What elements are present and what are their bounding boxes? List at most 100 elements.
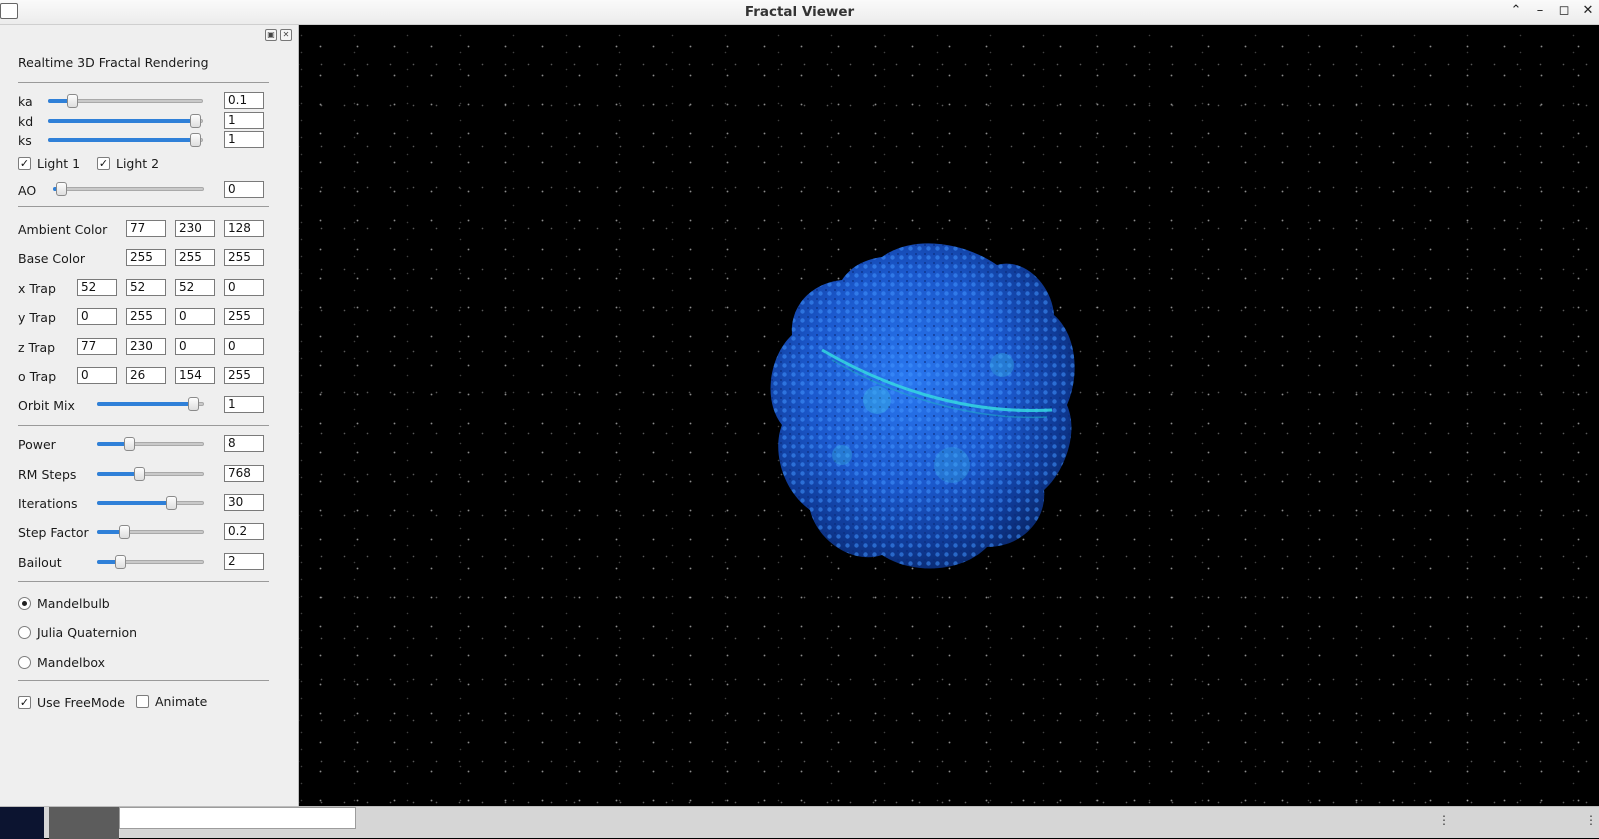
iterations-slider[interactable] bbox=[97, 496, 204, 510]
taskbar-entry[interactable] bbox=[119, 807, 356, 829]
x-trap-value-2[interactable]: 52 bbox=[126, 279, 166, 296]
y-trap-value-3[interactable]: 0 bbox=[175, 308, 215, 325]
separator bbox=[18, 581, 269, 582]
z-trap-value-3[interactable]: 0 bbox=[175, 338, 215, 355]
rm-steps-value[interactable]: 768 bbox=[224, 465, 264, 482]
bailout-label: Bailout bbox=[18, 555, 62, 570]
kd-label: kd bbox=[18, 114, 34, 129]
y-trap-value-4[interactable]: 255 bbox=[224, 308, 264, 325]
power-slider[interactable] bbox=[97, 437, 204, 451]
base-color-b[interactable]: 255 bbox=[224, 249, 264, 266]
ambient-color-b[interactable]: 128 bbox=[224, 220, 264, 237]
animate-checkbox[interactable] bbox=[136, 695, 149, 708]
orbit-mix-value[interactable]: 1 bbox=[224, 396, 264, 413]
mandelbulb-radio[interactable] bbox=[18, 597, 31, 610]
o-trap-value-1[interactable]: 0 bbox=[77, 367, 117, 384]
slider-handle[interactable] bbox=[188, 397, 199, 411]
y-trap-value-1[interactable]: 0 bbox=[77, 308, 117, 325]
ks-label: ks bbox=[18, 133, 32, 148]
ao-label: AO bbox=[18, 183, 37, 198]
slider-handle[interactable] bbox=[134, 467, 145, 481]
step-factor-slider[interactable] bbox=[97, 525, 204, 539]
kd-slider[interactable] bbox=[48, 114, 203, 128]
title-bar: Fractal Viewer ⌃ – ◻ ✕ bbox=[0, 0, 1599, 25]
slider-handle[interactable] bbox=[56, 182, 67, 196]
base-color-r[interactable]: 255 bbox=[126, 249, 166, 266]
separator bbox=[18, 206, 269, 207]
close-dock-icon[interactable]: ✕ bbox=[280, 29, 292, 41]
base-color-g[interactable]: 255 bbox=[175, 249, 215, 266]
step-factor-value[interactable]: 0.2 bbox=[224, 523, 264, 540]
mandelbulb-label: Mandelbulb bbox=[37, 596, 110, 611]
ka-label: ka bbox=[18, 94, 33, 109]
mandelbulb-render bbox=[770, 243, 1075, 569]
start-button[interactable] bbox=[0, 807, 44, 839]
bailout-value[interactable]: 2 bbox=[224, 553, 264, 570]
ks-value[interactable]: 1 bbox=[224, 131, 264, 148]
render-viewport[interactable] bbox=[299, 25, 1599, 806]
z-trap-value-1[interactable]: 77 bbox=[77, 338, 117, 355]
settings-panel: ▣ ✕ Realtime 3D Fractal Rendering ka 0.1… bbox=[0, 25, 299, 806]
animate-label: Animate bbox=[155, 694, 208, 709]
slider-handle[interactable] bbox=[119, 525, 130, 539]
o-trap-value-2[interactable]: 26 bbox=[126, 367, 166, 384]
light-1-checkbox[interactable]: ✓ bbox=[18, 157, 31, 170]
o-trap-value-3[interactable]: 154 bbox=[175, 367, 215, 384]
mandelbox-label: Mandelbox bbox=[37, 655, 106, 670]
x-trap-value-4[interactable]: 0 bbox=[224, 279, 264, 296]
separator bbox=[18, 82, 269, 83]
o-trap-label: o Trap bbox=[18, 369, 57, 384]
slider-handle[interactable] bbox=[124, 437, 135, 451]
rm-steps-slider[interactable] bbox=[97, 467, 204, 481]
use-freemode-label: Use FreeMode bbox=[37, 695, 125, 710]
power-value[interactable]: 8 bbox=[224, 435, 264, 452]
ao-value[interactable]: 0 bbox=[224, 181, 264, 198]
light-2-checkbox[interactable]: ✓ bbox=[97, 157, 110, 170]
float-dock-icon[interactable]: ▣ bbox=[265, 29, 277, 41]
rm-steps-label: RM Steps bbox=[18, 467, 77, 482]
kd-value[interactable]: 1 bbox=[224, 112, 264, 129]
z-trap-value-2[interactable]: 230 bbox=[126, 338, 166, 355]
x-trap-value-1[interactable]: 52 bbox=[77, 279, 117, 296]
chevron-up-icon[interactable]: ⌃ bbox=[1509, 3, 1523, 19]
separator bbox=[18, 425, 269, 426]
ks-slider[interactable] bbox=[48, 133, 203, 147]
ambient-color-label: Ambient Color bbox=[18, 222, 108, 237]
ambient-color-g[interactable]: 230 bbox=[175, 220, 215, 237]
z-trap-label: z Trap bbox=[18, 340, 56, 355]
orbit-mix-slider[interactable] bbox=[97, 397, 204, 411]
grip-icon[interactable]: ⋮ bbox=[1438, 813, 1450, 829]
maximize-icon[interactable]: ◻ bbox=[1557, 3, 1571, 19]
slider-handle[interactable] bbox=[190, 114, 201, 128]
use-freemode-checkbox[interactable]: ✓ bbox=[18, 696, 31, 709]
taskbar: ⋮ ⋮ bbox=[0, 806, 1599, 839]
ka-value[interactable]: 0.1 bbox=[224, 92, 264, 109]
panel-heading: Realtime 3D Fractal Rendering bbox=[18, 55, 209, 70]
light-2-label: Light 2 bbox=[116, 156, 160, 171]
z-trap-value-4[interactable]: 0 bbox=[224, 338, 264, 355]
iterations-value[interactable]: 30 bbox=[224, 494, 264, 511]
x-trap-value-3[interactable]: 52 bbox=[175, 279, 215, 296]
grip-icon[interactable]: ⋮ bbox=[1585, 813, 1597, 829]
power-label: Power bbox=[18, 437, 56, 452]
slider-handle[interactable] bbox=[190, 133, 201, 147]
o-trap-value-4[interactable]: 255 bbox=[224, 367, 264, 384]
mandelbox-radio[interactable] bbox=[18, 656, 31, 669]
slider-handle[interactable] bbox=[115, 555, 126, 569]
taskbar-app[interactable] bbox=[49, 807, 119, 839]
julia-quaternion-label: Julia Quaternion bbox=[37, 625, 138, 640]
base-color-label: Base Color bbox=[18, 251, 86, 266]
slider-handle[interactable] bbox=[166, 496, 177, 510]
slider-handle[interactable] bbox=[67, 94, 78, 108]
iterations-label: Iterations bbox=[18, 496, 78, 511]
minimize-icon[interactable]: – bbox=[1533, 3, 1547, 19]
ambient-color-r[interactable]: 77 bbox=[126, 220, 166, 237]
step-factor-label: Step Factor bbox=[18, 525, 89, 540]
bailout-slider[interactable] bbox=[97, 555, 204, 569]
close-icon[interactable]: ✕ bbox=[1581, 3, 1595, 19]
ka-slider[interactable] bbox=[48, 94, 203, 108]
ao-slider[interactable] bbox=[53, 182, 204, 196]
julia-quaternion-radio[interactable] bbox=[18, 626, 31, 639]
y-trap-value-2[interactable]: 255 bbox=[126, 308, 166, 325]
light-1-label: Light 1 bbox=[37, 156, 81, 171]
